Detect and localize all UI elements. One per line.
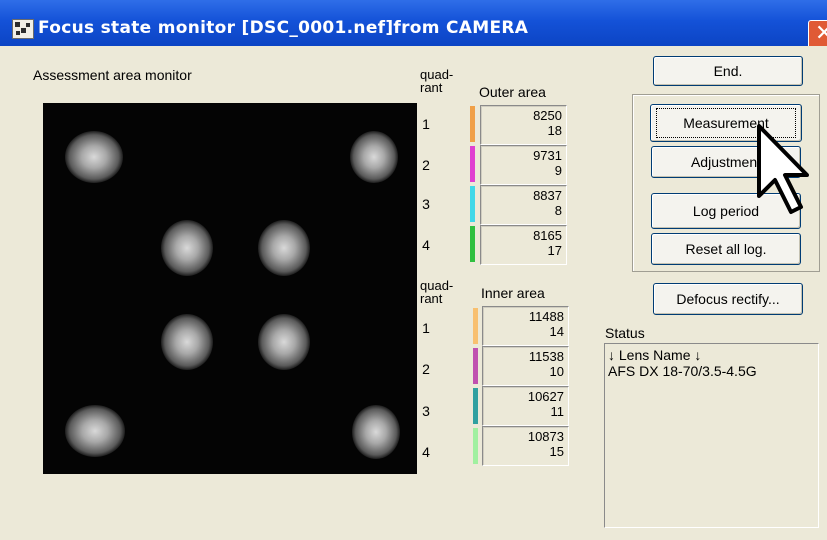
inner-q1-color-bar — [473, 308, 478, 344]
outer-q2-value: 9731 9 — [480, 145, 567, 185]
outer-quadrant-3: 3 — [422, 196, 430, 212]
inner-quadrant-4: 4 — [422, 444, 430, 460]
focus-state-monitor-window: Focus state monitor [DSC_0001.nef]from C… — [0, 0, 827, 540]
focus-spot — [352, 405, 400, 459]
outer-q3-value: 8837 8 — [480, 185, 567, 225]
outer-quadrant-4: 4 — [422, 237, 430, 253]
app-icon — [12, 19, 34, 39]
outer-q1-value: 8250 18 — [480, 105, 567, 145]
outer-q4-value-main: 8165 — [533, 228, 562, 243]
reset-all-log-button-label: Reset all log. — [685, 241, 767, 257]
inner-q4-value-main: 10873 — [527, 429, 564, 444]
inner-q3-value: 10627 11 — [482, 386, 569, 426]
assessment-monitor-label: Assessment area monitor — [33, 67, 192, 83]
reset-all-log-button[interactable]: Reset all log. — [651, 233, 801, 265]
outer-q2-color-bar — [470, 146, 475, 182]
status-line-lens-name: AFS DX 18-70/3.5-4.5G — [608, 363, 757, 379]
defocus-rectify-button[interactable]: Defocus rectify... — [653, 283, 803, 315]
outer-q1-value-sub: 18 — [547, 123, 562, 138]
inner-q2-value-sub: 10 — [549, 364, 564, 379]
outer-quadrant-1: 1 — [422, 116, 430, 132]
inner-q3-value-sub: 11 — [550, 404, 565, 419]
defocus-rectify-button-label: Defocus rectify... — [676, 291, 780, 307]
inner-quadrant-2: 2 — [422, 361, 430, 377]
inner-quadrant-1: 1 — [422, 320, 430, 336]
inner-q3-value-main: 10627 — [527, 389, 564, 404]
outer-q2-value-sub: 9 — [554, 163, 562, 178]
inner-q2-value-main: 11538 — [528, 349, 564, 364]
outer-area-label: Outer area — [479, 84, 546, 100]
inner-q4-color-bar — [473, 428, 478, 464]
outer-quadrant-header-2: rant — [420, 80, 443, 95]
focus-spot — [350, 131, 398, 183]
outer-q1-value-main: 8250 — [533, 108, 562, 123]
focus-spot — [258, 220, 310, 276]
outer-q3-value-sub: 8 — [554, 203, 562, 218]
inner-q4-value: 10873 15 — [482, 426, 569, 466]
window-title: Focus state monitor [DSC_0001.nef]from C… — [38, 18, 529, 38]
close-icon[interactable]: ✕ — [815, 22, 827, 46]
inner-q1-value: 11488 14 — [482, 306, 569, 346]
outer-q4-value: 8165 17 — [480, 225, 567, 265]
outer-quadrant-2: 2 — [422, 157, 430, 173]
outer-q3-color-bar — [470, 186, 475, 222]
focus-spot — [65, 405, 125, 457]
outer-q3-value-main: 8837 — [533, 188, 562, 203]
outer-q1-color-bar — [470, 106, 475, 142]
mouse-pointer-icon — [757, 124, 809, 214]
focus-spot — [161, 220, 213, 276]
title-bar: Focus state monitor [DSC_0001.nef]from C… — [0, 0, 827, 50]
status-line-lens-header: ↓ Lens Name ↓ — [608, 347, 702, 363]
end-button-label: End. — [713, 63, 743, 79]
inner-q1-value-sub: 14 — [549, 324, 564, 339]
focus-spot — [65, 131, 123, 183]
assessment-area-monitor — [43, 103, 417, 474]
inner-q4-value-sub: 15 — [549, 444, 564, 459]
inner-quadrant-header-2: rant — [420, 291, 443, 306]
end-button[interactable]: End. — [653, 56, 803, 86]
inner-q2-color-bar — [473, 348, 478, 384]
inner-q3-color-bar — [473, 388, 478, 424]
inner-area-label: Inner area — [481, 285, 545, 301]
focus-spot — [161, 314, 213, 370]
status-label: Status — [605, 325, 645, 341]
outer-q4-value-sub: 17 — [547, 243, 562, 258]
outer-q4-color-bar — [470, 226, 475, 262]
outer-q2-value-main: 9731 — [533, 148, 562, 163]
inner-q1-value-main: 11488 — [528, 309, 564, 324]
status-text-box: ↓ Lens Name ↓ AFS DX 18-70/3.5-4.5G — [604, 343, 819, 528]
focus-spot — [258, 314, 310, 370]
inner-quadrant-3: 3 — [422, 403, 430, 419]
inner-q2-value: 11538 10 — [482, 346, 569, 386]
